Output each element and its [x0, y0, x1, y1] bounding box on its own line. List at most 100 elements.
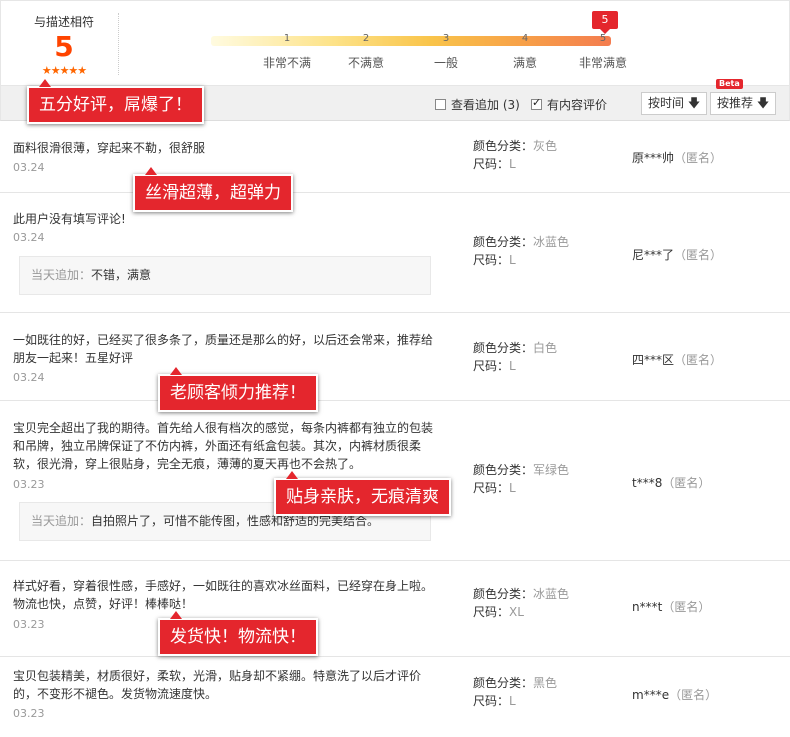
scale-number: 1 — [283, 33, 291, 44]
review-attributes: 颜色分类：白色 尺码：L — [473, 339, 557, 375]
reviewer-name: t***8 — [632, 476, 663, 490]
review-date: 03.23 — [13, 618, 45, 631]
score-marker: 5 — [592, 11, 618, 34]
reviewer-name: n***t — [632, 600, 663, 614]
anonymous-tag: （匿名） — [662, 600, 711, 614]
scale-label: 满意 — [512, 56, 537, 70]
reviewer: 尼***了（匿名） — [632, 246, 722, 263]
review-attributes: 颜色分类：灰色 尺码：L — [473, 137, 557, 173]
attr-size-key: 尺码： — [473, 605, 510, 619]
star-rating-icon: ★★★★★ — [41, 64, 87, 77]
rating-scale: 1 2 3 4 5 非常不满 不满意 一般 满意 非常满意 — [211, 33, 627, 94]
attr-color-value: 黑色 — [533, 676, 558, 690]
reviewer-name: 原***帅 — [632, 151, 675, 165]
filter-content-label: 有内容评价 — [547, 98, 608, 112]
promo-callout: 老顾客倾力推荐！ — [158, 367, 318, 412]
review-item: 此用户没有填写评论! 03.24 当天追加：不错，满意 颜色分类：冰蓝色 尺码：… — [0, 193, 790, 313]
checkbox-checked-icon[interactable] — [531, 96, 542, 110]
scale-label: 一般 — [433, 56, 458, 70]
promo-callout: 发货快！物流快！ — [158, 611, 318, 656]
append-label: 当天追加： — [31, 268, 92, 282]
scale-number: 3 — [442, 33, 450, 44]
filter-append-label: 查看追加 (3) — [451, 98, 520, 112]
score-title: 与描述相符 — [33, 15, 94, 29]
attr-size-value: L — [509, 253, 516, 267]
reviewer: 原***帅（匿名） — [632, 149, 722, 166]
review-attributes: 颜色分类：冰蓝色 尺码：L — [473, 233, 569, 269]
promo-callout: 贴身亲肤，无痕清爽 — [274, 471, 451, 516]
attr-color-value: 冰蓝色 — [533, 235, 570, 249]
attr-size-key: 尺码： — [473, 481, 510, 495]
append-label: 当天追加： — [31, 514, 92, 528]
attr-size-value: L — [509, 359, 516, 373]
reviewer-name: 四***区 — [632, 353, 675, 367]
reviewer: m***e（匿名） — [632, 686, 717, 703]
review-text: 一如既往的好，已经买了很多条了，质量还是那么的好，以后还会常来，推荐给朋友一起来… — [13, 333, 434, 365]
attr-size-key: 尺码： — [473, 253, 510, 267]
attr-size-value: XL — [509, 605, 524, 619]
review-date: 03.23 — [13, 478, 45, 491]
scale-number: 2 — [362, 33, 370, 44]
scale-label: 非常不满 — [262, 56, 311, 70]
review-text: 宝贝包装精美，材质很好，柔软，光滑，贴身却不紧绷。特意洗了以后才评价的，不变形不… — [13, 669, 422, 701]
scale-number: 5 — [599, 33, 607, 44]
reviewer-name: 尼***了 — [632, 248, 675, 262]
anonymous-tag: （匿名） — [674, 353, 723, 367]
anonymous-tag: （匿名） — [669, 688, 718, 702]
attr-size-value: L — [509, 694, 516, 708]
attr-size-value: L — [509, 157, 516, 171]
review-date: 03.24 — [13, 371, 45, 384]
anonymous-tag: （匿名） — [662, 476, 711, 490]
review-text: 面料很滑很薄，穿起来不勒，很舒服 — [13, 141, 206, 155]
sort-by-time-button[interactable]: 按时间 🡇 — [641, 92, 708, 115]
beta-badge: Beta — [716, 79, 743, 89]
scale-label: 不满意 — [347, 56, 384, 70]
review-attributes: 颜色分类：黑色 尺码：L — [473, 674, 557, 710]
filter-has-content[interactable]: 有内容评价 — [531, 96, 607, 113]
anonymous-tag: （匿名） — [674, 151, 723, 165]
review-text: 此用户没有填写评论! — [13, 212, 126, 226]
score-value: 5 — [54, 30, 74, 63]
attr-color-key: 颜色分类： — [473, 235, 534, 249]
filter-append[interactable]: 查看追加 (3) — [435, 96, 520, 113]
review-item: 样式好看，穿着很性感，手感好，一如既往的喜欢冰丝面料，已经穿在身上啦。物流也快，… — [0, 561, 790, 657]
append-text: 不错，满意 — [91, 268, 152, 282]
promo-callout: 丝滑超薄，超弹力 — [133, 167, 293, 212]
attr-size-key: 尺码： — [473, 157, 510, 171]
anonymous-tag: （匿名） — [674, 248, 723, 262]
attr-color-value: 白色 — [533, 341, 558, 355]
review-item: 面料很滑很薄，穿起来不勒，很舒服 03.24 颜色分类：灰色 尺码：L 原***… — [0, 121, 790, 193]
sort-by-recommend-button[interactable]: 按推荐 🡇 — [710, 92, 777, 115]
attr-color-value: 军绿色 — [533, 463, 570, 477]
attr-color-key: 颜色分类： — [473, 341, 534, 355]
attr-color-key: 颜色分类： — [473, 139, 534, 153]
attr-color-key: 颜色分类： — [473, 587, 534, 601]
checkbox-icon[interactable] — [435, 99, 446, 110]
reviewer: n***t（匿名） — [632, 598, 710, 615]
review-attributes: 颜色分类：军绿色 尺码：L — [473, 461, 569, 497]
attr-size-value: L — [509, 481, 516, 495]
attr-size-key: 尺码： — [473, 359, 510, 373]
review-item: 宝贝包装精美，材质很好，柔软，光滑，贴身却不紧绷。特意洗了以后才评价的，不变形不… — [0, 657, 790, 737]
divider — [118, 13, 119, 75]
review-text: 样式好看，穿着很性感，手感好，一如既往的喜欢冰丝面料，已经穿在身上啦。物流也快，… — [13, 579, 434, 611]
promo-callout: 五分好评，屌爆了！ — [27, 79, 204, 124]
append-comment: 当天追加：不错，满意 — [19, 256, 431, 295]
attr-color-key: 颜色分类： — [473, 463, 534, 477]
review-text: 宝贝完全超出了我的期待。首先给人很有档次的感觉，每条内裤都有独立的包装和吊牌，独… — [13, 421, 434, 471]
review-attributes: 颜色分类：冰蓝色 尺码：XL — [473, 585, 569, 621]
reviewer: 四***区（匿名） — [632, 351, 722, 368]
review-date: 03.24 — [13, 231, 45, 244]
attr-size-key: 尺码： — [473, 694, 510, 708]
attr-color-value: 灰色 — [533, 139, 558, 153]
review-date: 03.23 — [13, 707, 45, 720]
review-date: 03.24 — [13, 161, 45, 174]
reviewer-name: m***e — [632, 688, 670, 702]
review-item: 一如既往的好，已经买了很多条了，质量还是那么的好，以后还会常来，推荐给朋友一起来… — [0, 313, 790, 401]
reviewer: t***8（匿名） — [632, 474, 710, 491]
append-text: 自拍照片了，可惜不能传图，性感和舒适的完美结合。 — [91, 514, 380, 528]
scale-label: 非常满意 — [578, 56, 627, 70]
score-box: 与描述相符 5 ★★★★★ — [19, 13, 109, 77]
attr-color-key: 颜色分类： — [473, 676, 534, 690]
rating-summary: 与描述相符 5 ★★★★★ 1 2 3 4 5 非常不满 不满意 一般 满意 非… — [0, 0, 790, 86]
